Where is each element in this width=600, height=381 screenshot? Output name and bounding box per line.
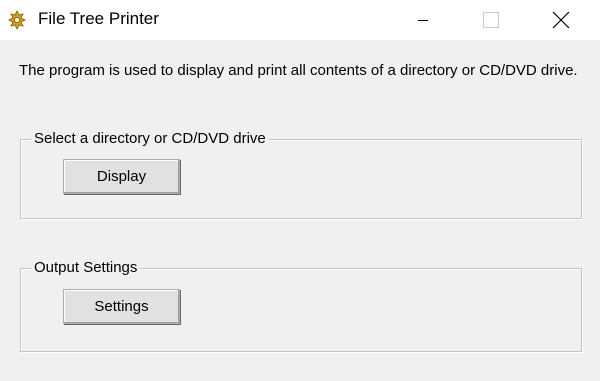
select-directory-group-label: Select a directory or CD/DVD drive — [31, 129, 269, 149]
minimize-button[interactable] — [400, 0, 446, 40]
title-bar[interactable]: File Tree Printer — [0, 0, 600, 40]
maximize-button[interactable] — [467, 0, 513, 40]
close-button[interactable] — [538, 0, 584, 40]
gear-icon[interactable] — [8, 10, 26, 30]
minimize-icon — [418, 20, 428, 21]
output-settings-group: Output Settings Settings — [20, 258, 582, 352]
maximize-icon — [483, 12, 499, 28]
window-title: File Tree Printer — [38, 9, 159, 28]
select-directory-group: Select a directory or CD/DVD drive Displ… — [20, 129, 582, 219]
client-area: The program is used to display and print… — [0, 40, 600, 381]
close-icon — [552, 11, 570, 29]
app-window: File Tree Printer The program is used to… — [0, 0, 600, 381]
description-text: The program is used to display and print… — [19, 62, 578, 79]
output-settings-group-label: Output Settings — [31, 258, 141, 278]
settings-button[interactable]: Settings — [63, 289, 180, 324]
display-button[interactable]: Display — [63, 159, 180, 194]
